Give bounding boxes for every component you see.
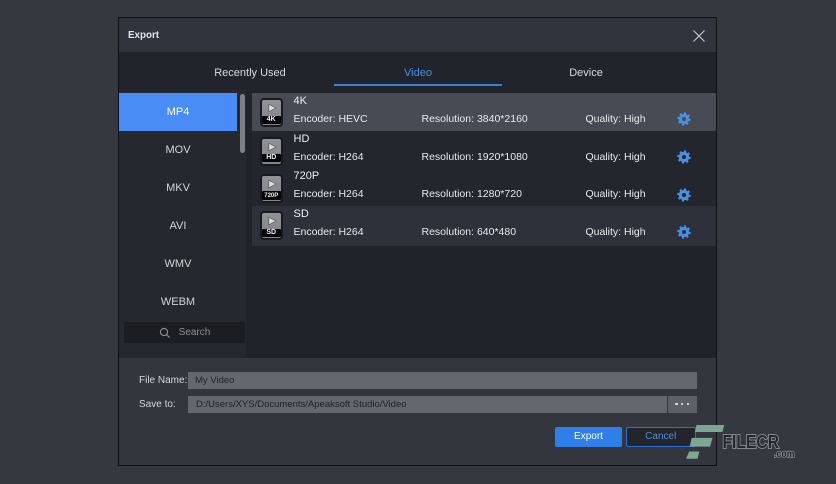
svg-text:.com: .com bbox=[774, 449, 795, 460]
svg-text:FILECR: FILECR bbox=[723, 432, 780, 452]
